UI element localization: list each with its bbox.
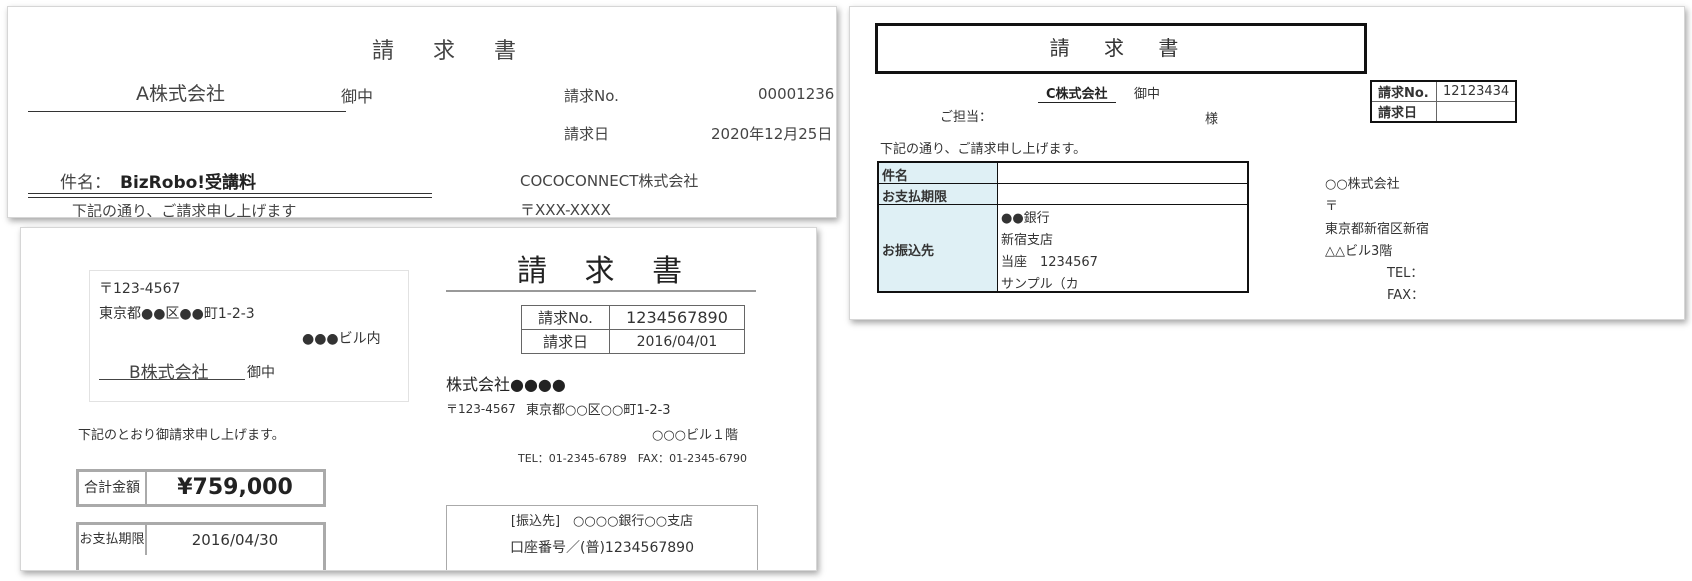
issuer-line: 東京都新宿区新宿 xyxy=(1325,222,1430,237)
issuer-tel-label: TEL： xyxy=(1387,266,1424,281)
invoice-c-title: 請 求 書 xyxy=(1049,36,1193,60)
invoice-date-label: 請求日 xyxy=(521,329,610,354)
invoice-c-panel: 請 求 書 C株式会社 御中 ご担当： 様 請求No. 12123434 請求日… xyxy=(849,6,1685,320)
issuer-postal: 〒123-4567 xyxy=(446,402,516,416)
invoice-a-no-label: 請求No. xyxy=(564,87,619,105)
invoice-c-title-box: 請 求 書 xyxy=(875,23,1367,74)
invoice-a-issuer: COCOCONNECT株式会社 xyxy=(520,172,699,190)
invoice-a-no: 00001236 xyxy=(758,85,835,103)
issuer-fax-label: FAX： xyxy=(1387,288,1425,303)
invoice-c-date-value xyxy=(1436,101,1517,123)
due-date: 2016/04/30 xyxy=(191,531,279,549)
bank-line: ●●銀行 xyxy=(1001,211,1050,226)
issuer-line: 〒 xyxy=(1325,199,1339,214)
invoice-a-subject-label: 件名： xyxy=(60,173,111,193)
issuer-building: ○○○ビル１階 xyxy=(652,428,739,443)
invoice-date-value: 2016/04/01 xyxy=(609,329,745,354)
invoice-b-meta-table: 請求No. 1234567890 請求日 2016/04/01 xyxy=(521,305,745,354)
row-divider xyxy=(879,183,1247,184)
invoice-c-meta-table: 請求No. 12123434 請求日 xyxy=(1370,80,1518,123)
invoice-c-detail-table: 件名 お支払期限 お振込先 ●●銀行 新宿支店 当座 1234567 サンプル（… xyxy=(877,161,1249,293)
invoice-c-no-label: 請求No. xyxy=(1370,80,1437,102)
recipient-company-underline xyxy=(99,379,245,380)
recipient-postal: 〒123-4567 xyxy=(99,281,181,297)
total-label: 合計金額 xyxy=(79,472,147,504)
bank-box: [振込先] ○○○○銀行○○支店 口座番号／(普)1234567890 xyxy=(446,505,758,570)
invoice-c-company: C株式会社 xyxy=(1038,83,1116,103)
invoice-a-date: 2020年12月25日 xyxy=(711,125,833,143)
account-line: 口座番号／(普)1234567890 xyxy=(510,540,694,556)
company-underline xyxy=(28,111,346,112)
due-box: お支払期限 2016/04/30 xyxy=(76,522,326,570)
invoice-a-title: 請 求 書 xyxy=(372,39,532,64)
invoice-c-sama: 様 xyxy=(1205,112,1219,127)
invoice-c-honorific: 御中 xyxy=(1134,87,1161,102)
bank-line: 新宿支店 xyxy=(1001,233,1054,248)
invoice-a-panel: 請 求 書 A株式会社 御中 請求No. 00001236 請求日 2020年1… xyxy=(7,6,837,218)
total-box: 合計金額 ¥759,000 xyxy=(76,469,326,507)
invoice-a-intro: 下記の通り、ご請求申し上げます xyxy=(72,202,297,218)
invoice-c-no: 12123434 xyxy=(1436,80,1517,102)
title-underline xyxy=(446,290,756,292)
invoice-c-date-label: 請求日 xyxy=(1370,101,1437,123)
invoice-no-label: 請求No. xyxy=(521,305,610,330)
bank-line: 当座 1234567 xyxy=(1001,255,1098,270)
issuer-line: △△ビル3階 xyxy=(1325,244,1393,259)
bank-line: サンプル（カ xyxy=(1001,277,1079,292)
invoice-a-subject: BizRobo!受講料 xyxy=(120,173,257,193)
recipient-address: 東京都●●区●●町1-2-3 xyxy=(99,306,255,322)
subject-double-underline xyxy=(28,193,432,198)
invoice-b-panel: 〒123-4567 東京都●●区●●町1-2-3 ●●●ビル内 B株式会社 御中… xyxy=(20,227,817,571)
subject-label: 件名 xyxy=(882,169,909,184)
invoice-no-value: 1234567890 xyxy=(609,305,745,330)
issuer-tel-fax: TEL：01-2345-6789 FAX：01-2345-6790 xyxy=(518,452,748,465)
invoice-b-intro: 下記のとおり御請求申し上げます。 xyxy=(78,428,285,443)
recipient-honorific: 御中 xyxy=(247,365,275,381)
total-amount: ¥759,000 xyxy=(177,475,293,500)
issuer-address: 東京都○○区○○町1-2-3 xyxy=(526,403,671,418)
invoice-c-contact-label: ご担当： xyxy=(940,110,993,125)
recipient-building: ●●●ビル内 xyxy=(302,331,381,347)
due-label: お支払期限 xyxy=(79,525,147,555)
bank-line: [振込先] ○○○○銀行○○支店 xyxy=(510,514,694,529)
issuer-line: ○○株式会社 xyxy=(1325,177,1400,192)
invoice-a-company: A株式会社 xyxy=(136,83,225,105)
invoice-b-title: 請 求 書 xyxy=(517,254,697,289)
invoice-a-honorific: 御中 xyxy=(341,87,374,106)
invoice-a-postal: 〒XXX-XXXX xyxy=(520,201,611,218)
issuer-name: 株式会社●●●● xyxy=(446,375,566,394)
bank-label: お振込先 xyxy=(882,244,935,259)
due-label: お支払期限 xyxy=(882,190,948,205)
invoice-c-intro: 下記の通り、ご請求申し上げます。 xyxy=(880,142,1087,157)
invoice-a-date-label: 請求日 xyxy=(564,125,610,143)
